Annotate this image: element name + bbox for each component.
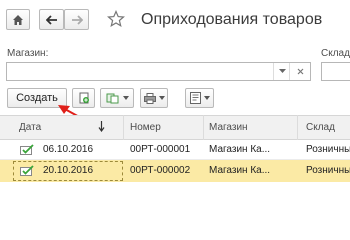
table-row-selected[interactable]: 20.10.2016 00РТ-000002 Магазин Ка... Роз…: [0, 160, 350, 182]
posted-document-icon: [20, 144, 34, 155]
column-separator: [297, 115, 298, 140]
column-header-date[interactable]: Дата: [19, 122, 41, 133]
cell-store: Магазин Ка...: [209, 144, 271, 155]
column-separator: [203, 115, 204, 140]
cell-warehouse: Розничный: [306, 165, 350, 176]
sort-arrow-icon: [98, 121, 105, 132]
cell-warehouse: Розничный: [306, 144, 350, 155]
column-header-number[interactable]: Номер: [130, 122, 161, 133]
cell-date: 20.10.2016: [43, 165, 94, 176]
cell-date: 06.10.2016: [43, 144, 94, 155]
column-separator: [123, 115, 124, 140]
column-header-store[interactable]: Магазин: [209, 122, 248, 133]
posted-document-icon: [20, 165, 34, 176]
table-row[interactable]: 06.10.2016 00РТ-000001 Магазин Ка... Роз…: [0, 140, 350, 160]
cell-store: Магазин Ка...: [209, 165, 271, 176]
column-header-warehouse[interactable]: Склад: [306, 122, 335, 133]
cell-number: 00РТ-000002: [130, 165, 191, 176]
cell-number: 00РТ-000001: [130, 144, 191, 155]
